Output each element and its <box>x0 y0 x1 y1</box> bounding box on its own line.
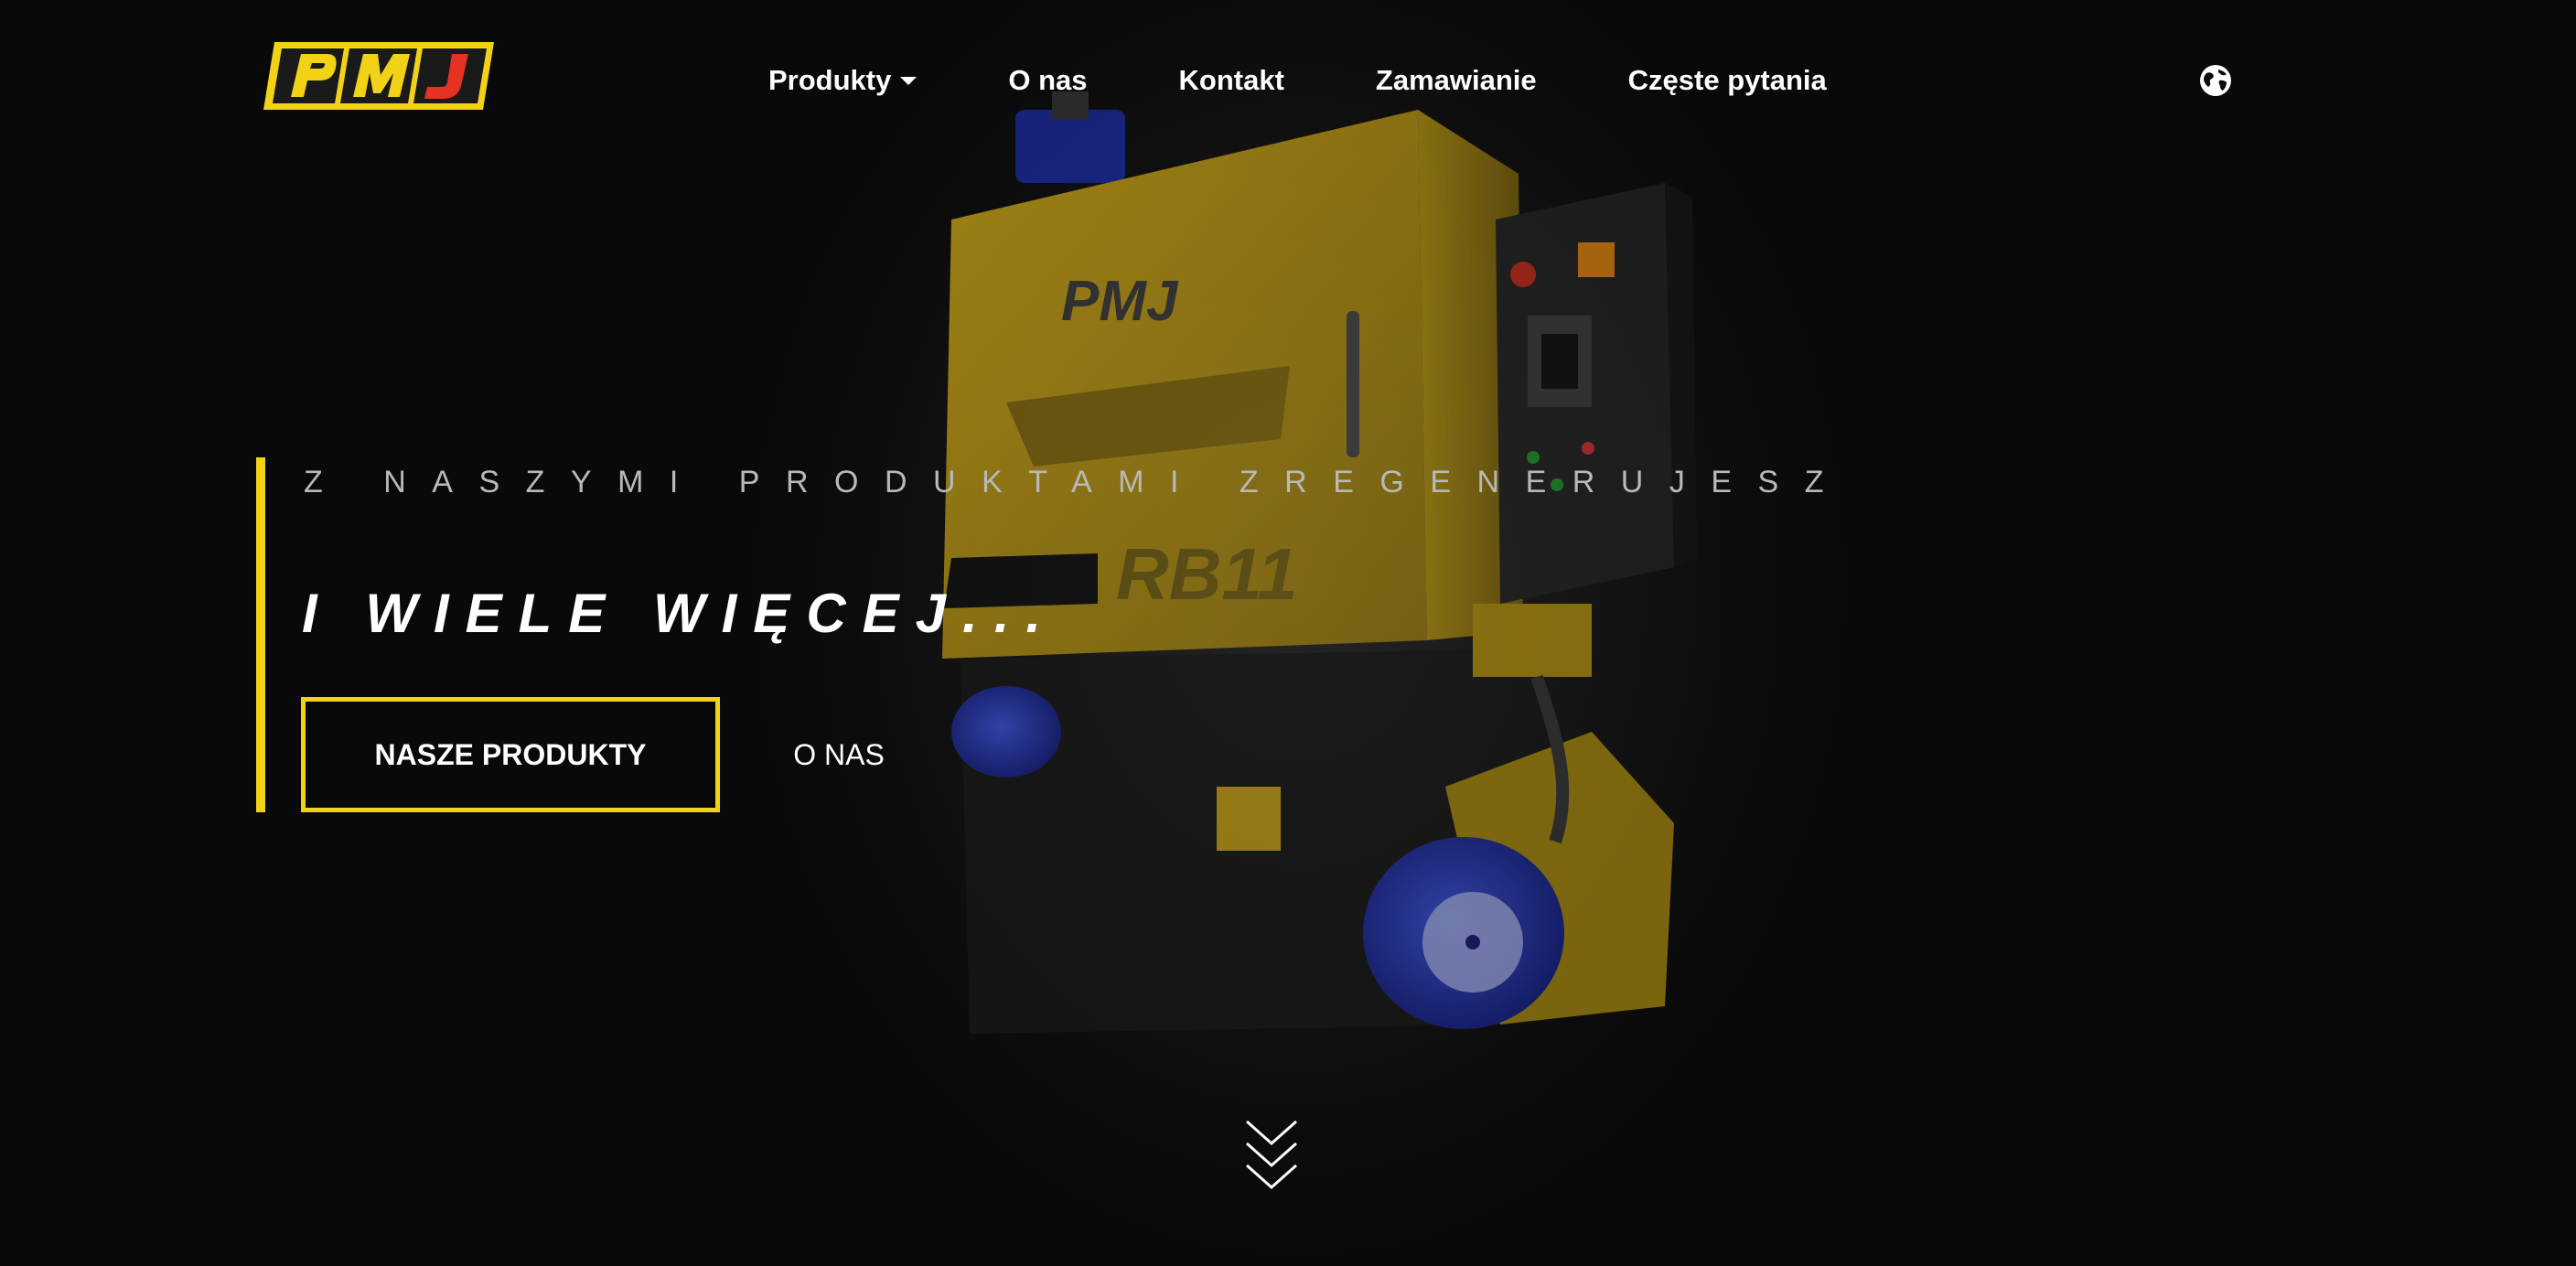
main-nav: Produkty O nas Kontakt Zamawianie Częste… <box>768 59 1827 102</box>
nav-item-czeste-pytania[interactable]: Częste pytania <box>1628 64 1827 97</box>
nav-item-label: O nas <box>1008 64 1088 96</box>
accent-bar <box>256 457 265 812</box>
nav-item-produkty[interactable]: Produkty <box>768 64 918 97</box>
hero-kicker: Z NASZYMI PRODUKTAMI ZREGENERUJESZ <box>304 465 1850 499</box>
nav-item-label: Kontakt <box>1178 64 1284 96</box>
nav-item-zamawianie[interactable]: Zamawianie <box>1376 64 1537 97</box>
nav-item-kontakt[interactable]: Kontakt <box>1179 64 1284 97</box>
nav-item-label: Produkty <box>768 64 892 96</box>
machine-model-text: RB11 <box>1116 533 1298 615</box>
machine-logo-text: PMJ <box>1061 270 1179 333</box>
globe-icon[interactable] <box>2199 64 2232 97</box>
nav-item-label: Częste pytania <box>1627 64 1827 96</box>
about-us-button[interactable]: O NAS <box>768 697 909 812</box>
chevron-down-icon <box>900 76 918 85</box>
nav-item-label: Zamawianie <box>1375 64 1537 96</box>
hero-headline: I WIELE WIĘCEJ... <box>302 583 1058 644</box>
hero-section: PMJ RB11 Produkty O nas Kontakt Zamawian… <box>0 0 2576 1266</box>
site-header: Produkty O nas Kontakt Zamawianie Częste… <box>0 0 2576 165</box>
nav-item-o-nas[interactable]: O nas <box>1008 64 1087 97</box>
pmj-logo[interactable] <box>262 40 496 112</box>
our-products-button[interactable]: NASZE PRODUKTY <box>301 697 720 812</box>
double-chevron-down-icon[interactable] <box>1244 1116 1299 1193</box>
